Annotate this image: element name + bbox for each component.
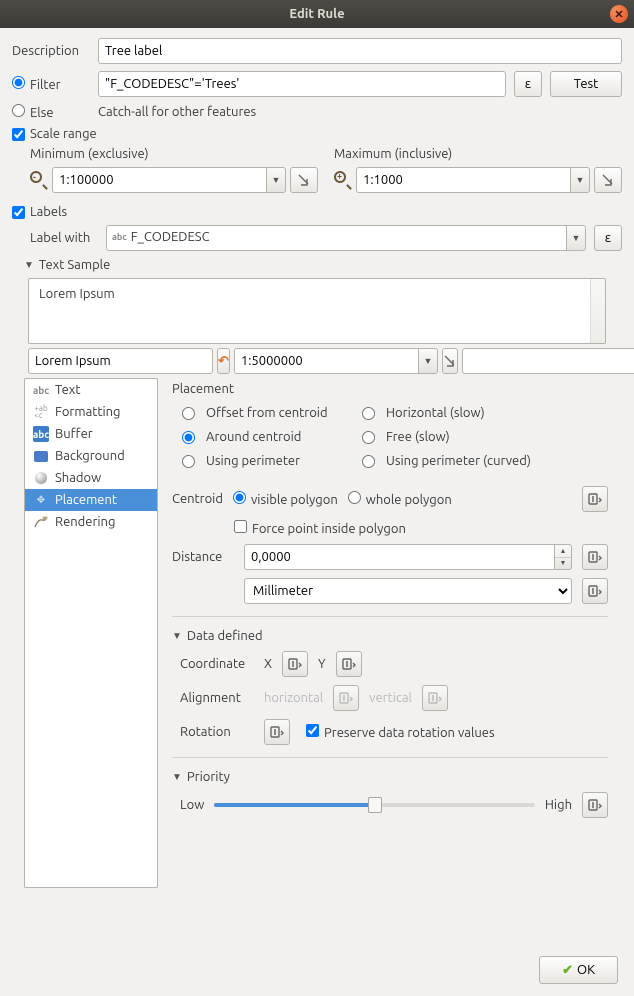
reset-sample-button[interactable]: ↶ bbox=[217, 348, 230, 374]
distance-spinbox[interactable]: ▲▼ bbox=[244, 544, 572, 570]
spin-up-icon[interactable]: ▲ bbox=[555, 545, 571, 558]
zoom-in-icon: + bbox=[334, 171, 352, 189]
max-scale-picker[interactable] bbox=[594, 167, 622, 193]
description-label: Description bbox=[12, 44, 90, 58]
rotation-label: Rotation bbox=[180, 725, 254, 739]
description-input[interactable] bbox=[98, 38, 622, 64]
priority-high-label: High bbox=[545, 798, 572, 812]
rotation-dd[interactable] bbox=[264, 719, 290, 745]
chevron-down-icon[interactable]: ▼ bbox=[266, 167, 286, 193]
spin-down-icon[interactable]: ▼ bbox=[555, 558, 571, 570]
sidebar-item-placement[interactable]: ✥Placement bbox=[25, 489, 157, 511]
close-icon[interactable]: ✕ bbox=[610, 5, 628, 23]
max-scale-combo[interactable]: ▼ bbox=[356, 167, 590, 193]
sidebar-item-background[interactable]: Background bbox=[25, 445, 157, 467]
titlebar: Edit Rule ✕ bbox=[0, 0, 634, 28]
else-radio-label[interactable]: Else bbox=[12, 104, 90, 120]
filter-input[interactable] bbox=[98, 71, 506, 97]
sidebar-item-buffer[interactable]: abcBuffer bbox=[25, 423, 157, 445]
distance-unit-select[interactable]: Millimeter bbox=[244, 578, 572, 604]
sidebar-item-text[interactable]: abcText bbox=[25, 379, 157, 401]
distance-dd-button[interactable] bbox=[582, 544, 608, 570]
force-inside-check[interactable]: Force point inside polygon bbox=[234, 520, 406, 536]
triangle-down-icon: ▼ bbox=[24, 259, 34, 271]
scale-range-check[interactable]: Scale range bbox=[12, 127, 622, 141]
else-radio[interactable] bbox=[12, 104, 25, 117]
align-h-dd bbox=[333, 685, 359, 711]
preview-bg-combo[interactable]: ▼ bbox=[462, 348, 634, 374]
coordinate-label: Coordinate bbox=[180, 657, 254, 671]
distance-label: Distance bbox=[172, 550, 234, 564]
sample-text-input[interactable] bbox=[28, 348, 213, 374]
align-v-dd bbox=[422, 685, 448, 711]
triangle-down-icon: ▼ bbox=[172, 771, 182, 783]
triangle-down-icon: ▼ bbox=[172, 630, 182, 642]
label-field-combo[interactable]: abc F_CODEDESC ▼ bbox=[106, 225, 586, 251]
opt-perimeter-curved[interactable]: Using perimeter (curved) bbox=[362, 454, 562, 468]
labels-check[interactable]: Labels bbox=[12, 205, 622, 219]
max-scale-label: Maximum (inclusive) bbox=[334, 147, 622, 161]
filter-radio[interactable] bbox=[12, 76, 25, 89]
text-sample-toggle[interactable]: ▼ Text Sample bbox=[24, 258, 622, 272]
coord-y-dd[interactable] bbox=[336, 651, 362, 677]
centroid-visible[interactable]: visible polygon bbox=[233, 491, 338, 507]
label-settings-sidebar: abcText +ab<cFormatting abcBuffer Backgr… bbox=[24, 378, 158, 888]
epsilon-button[interactable]: ε bbox=[514, 71, 542, 97]
preview-scale-picker[interactable] bbox=[442, 348, 458, 374]
sidebar-item-formatting[interactable]: +ab<cFormatting bbox=[25, 401, 157, 423]
opt-horizontal[interactable]: Horizontal (slow) bbox=[362, 406, 562, 420]
priority-slider[interactable] bbox=[214, 795, 535, 815]
placement-title: Placement bbox=[172, 382, 608, 396]
check-icon: ✔ bbox=[562, 963, 573, 978]
test-button[interactable]: Test bbox=[550, 71, 622, 97]
priority-low-label: Low bbox=[180, 798, 204, 812]
labels-checkbox[interactable] bbox=[12, 206, 25, 219]
preserve-rotation-check[interactable]: Preserve data rotation values bbox=[306, 724, 495, 740]
priority-toggle[interactable]: ▼ Priority bbox=[172, 770, 608, 784]
placement-icon: ✥ bbox=[33, 492, 49, 508]
ok-button[interactable]: ✔OK bbox=[539, 956, 618, 984]
coord-x-dd[interactable] bbox=[282, 651, 308, 677]
chevron-down-icon[interactable]: ▼ bbox=[418, 348, 438, 374]
shadow-icon bbox=[33, 470, 49, 486]
rendering-icon bbox=[33, 514, 49, 530]
text-icon: abc bbox=[33, 382, 49, 398]
background-icon bbox=[33, 448, 49, 464]
scrollbar-handle[interactable] bbox=[593, 281, 603, 293]
else-text: Catch-all for other features bbox=[98, 105, 256, 119]
priority-dd[interactable] bbox=[582, 792, 608, 818]
opt-offset-centroid[interactable]: Offset from centroid bbox=[182, 406, 362, 420]
alignment-label: Alignment bbox=[180, 691, 254, 705]
expression-button[interactable]: ε bbox=[594, 225, 622, 251]
scale-range-checkbox[interactable] bbox=[12, 128, 25, 141]
min-scale-combo[interactable]: ▼ bbox=[52, 167, 286, 193]
chevron-down-icon[interactable]: ▼ bbox=[566, 225, 586, 251]
label-with-label: Label with bbox=[30, 231, 98, 245]
preview-scale-combo[interactable]: ▼ bbox=[234, 348, 438, 374]
sidebar-item-rendering[interactable]: Rendering bbox=[25, 511, 157, 533]
filter-radio-label[interactable]: Filter bbox=[12, 76, 90, 92]
min-scale-label: Minimum (exclusive) bbox=[30, 147, 318, 161]
chevron-down-icon[interactable]: ▼ bbox=[570, 167, 590, 193]
sample-preview: Lorem Ipsum bbox=[28, 278, 606, 344]
centroid-label: Centroid bbox=[172, 492, 223, 506]
centroid-whole[interactable]: whole polygon bbox=[348, 491, 452, 507]
zoom-out-icon: - bbox=[30, 171, 48, 189]
opt-free[interactable]: Free (slow) bbox=[362, 430, 562, 444]
sidebar-item-shadow[interactable]: Shadow bbox=[25, 467, 157, 489]
data-defined-toggle[interactable]: ▼ Data defined bbox=[172, 629, 608, 643]
opt-around-centroid[interactable]: Around centroid bbox=[182, 430, 362, 444]
min-scale-picker[interactable] bbox=[290, 167, 318, 193]
buffer-icon: abc bbox=[33, 426, 49, 442]
opt-perimeter[interactable]: Using perimeter bbox=[182, 454, 362, 468]
unit-dd-button[interactable] bbox=[582, 578, 608, 604]
window-title: Edit Rule bbox=[289, 7, 344, 21]
formatting-icon: +ab<c bbox=[33, 404, 49, 420]
centroid-dd-button[interactable] bbox=[582, 486, 608, 512]
